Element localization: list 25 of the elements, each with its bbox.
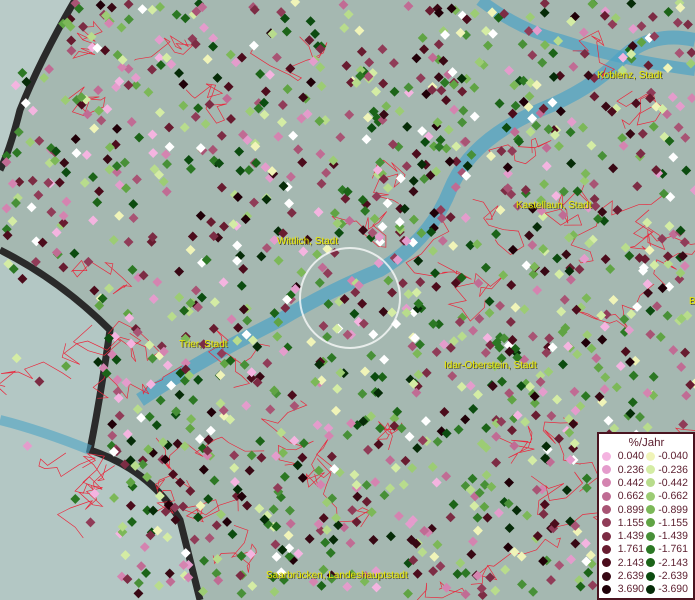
legend-label: 0.442 xyxy=(616,476,645,489)
city-label: B xyxy=(689,296,695,307)
legend-label: 0.662 xyxy=(616,490,645,502)
legend-label: -0.899 xyxy=(657,504,689,516)
legend-label: -1.761 xyxy=(657,543,689,556)
legend-label: -2.639 xyxy=(657,570,689,582)
legend-label: 3.690 xyxy=(616,583,645,596)
city-label: Idar-Oberstein, Stadt xyxy=(444,360,537,371)
legend-label: -0.662 xyxy=(657,490,689,502)
legend-label: -0.442 xyxy=(657,476,689,489)
legend-label: -3.690 xyxy=(657,583,689,596)
legend-label: -2.143 xyxy=(657,556,689,569)
legend-label: 2.639 xyxy=(616,570,645,582)
legend-label: -0.236 xyxy=(657,464,689,476)
legend-label: 1.155 xyxy=(616,516,645,529)
legend-label: -1.155 xyxy=(657,516,689,529)
legend-label: 0.040 xyxy=(616,450,645,462)
legend-label: 2.143 xyxy=(616,556,645,569)
legend-label: -1.439 xyxy=(657,530,689,542)
legend-label: 1.761 xyxy=(616,543,645,556)
legend-label: -0.040 xyxy=(657,450,689,462)
legend-label: 0.899 xyxy=(616,504,645,516)
legend-label: 1.439 xyxy=(616,530,645,542)
legend-title: %/Jahr xyxy=(628,436,666,450)
legend-label: 0.236 xyxy=(616,464,645,476)
